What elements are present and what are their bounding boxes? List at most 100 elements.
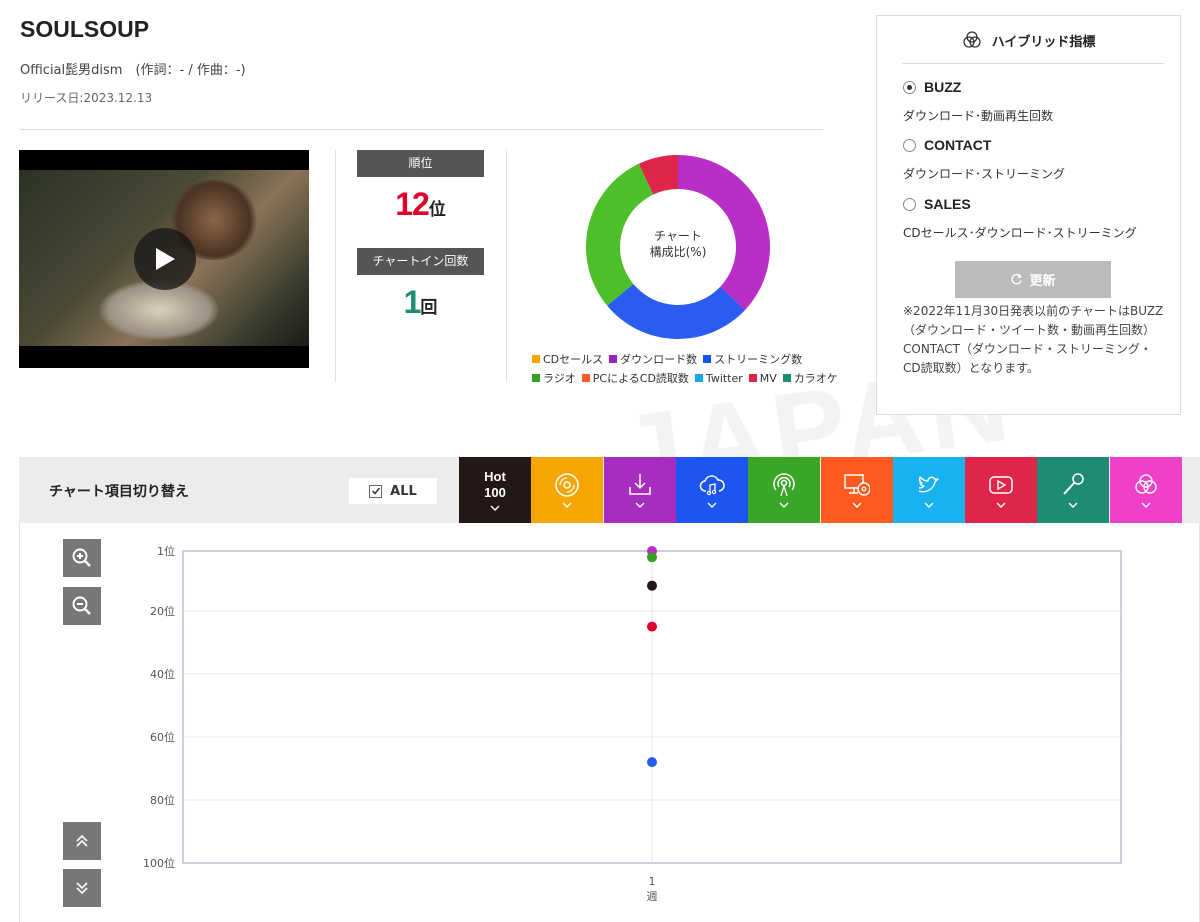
- rank-unit: 位: [428, 200, 446, 219]
- legend-item: ストリーミング数: [703, 351, 802, 367]
- tab-karaoke[interactable]: [1037, 457, 1110, 523]
- twitter-icon: [918, 476, 939, 493]
- option-contact[interactable]: CONTACT: [903, 137, 991, 153]
- chevron-down-icon: [779, 502, 789, 508]
- chartin-number: 1: [403, 284, 422, 320]
- cloud-music-icon: [699, 475, 725, 496]
- donut-center-line2: 構成比(%): [649, 245, 707, 259]
- chevron-down-icon: [852, 502, 861, 508]
- rank-label: 順位: [357, 150, 484, 177]
- radio-unselected-icon[interactable]: [903, 138, 916, 152]
- legend-swatch: [694, 374, 703, 382]
- chevron-down-icon: [1068, 502, 1078, 508]
- legend-swatch: [581, 374, 590, 382]
- y-tick-label: 1位: [157, 544, 175, 558]
- chartin-unit: 回: [420, 298, 438, 317]
- legend-label: カラオケ: [793, 372, 838, 385]
- pc-cd-icon: [843, 474, 870, 496]
- divider: [20, 129, 823, 130]
- tab-hybrid[interactable]: [1109, 457, 1182, 523]
- legend-label: ストリーミング数: [714, 353, 803, 366]
- chevron-down-icon: [562, 502, 572, 508]
- option-buzz[interactable]: BUZZ: [903, 79, 961, 95]
- microphone-icon: [1063, 473, 1085, 495]
- legend-item: ダウンロード数: [609, 351, 697, 367]
- refresh-label: 更新: [1029, 274, 1056, 289]
- hot-100-label: Hot 100: [484, 469, 506, 500]
- double-chevron-up-icon: [76, 834, 88, 847]
- chart-point-4[interactable]: [647, 757, 657, 768]
- legend-item: ラジオ: [532, 370, 576, 386]
- video-player[interactable]: [19, 150, 309, 368]
- tab-cd-sales[interactable]: [531, 457, 604, 523]
- chart-point-1[interactable]: [647, 552, 657, 563]
- divider: [506, 150, 507, 382]
- radio-unselected-icon[interactable]: [903, 197, 916, 211]
- y-tick-label: 20位: [150, 604, 175, 618]
- option-label: BUZZ: [924, 79, 962, 95]
- cd-icon: [555, 473, 580, 497]
- release-date: リリース日:2023.12.13: [20, 91, 153, 105]
- option-sales[interactable]: SALES: [903, 196, 971, 212]
- option-desc: ダウンロード･ストリーミング: [903, 167, 1066, 181]
- chartin-value: 1回: [357, 284, 484, 321]
- refresh-button[interactable]: 更新: [955, 261, 1111, 298]
- artist-credit: Official髭男dism (作詞：- / 作曲：-): [20, 63, 246, 78]
- chart-point-2[interactable]: [647, 580, 657, 591]
- donut-legend-row2: ラジオ PCによるCD読取数 Twitter MV カラオケ: [532, 370, 838, 386]
- tab-radio[interactable]: [748, 457, 821, 523]
- tab-hot100[interactable]: Hot 100: [459, 457, 531, 523]
- donut-legend-row1: CDセールス ダウンロード数 ストリーミング数: [532, 351, 802, 367]
- zoom-out-button[interactable]: [63, 587, 101, 625]
- chevron-down-icon: [924, 502, 934, 508]
- y-tick-label: 60位: [150, 730, 175, 744]
- x-tick-unit: 週: [647, 890, 658, 903]
- legend-label: ダウンロード数: [620, 353, 698, 366]
- chevron-down-icon: [635, 502, 645, 508]
- legend-label: Twitter: [705, 371, 743, 385]
- rank-value: 12位: [357, 186, 484, 223]
- chart-toggle-bar: チャート項目切り替え ALL Hot 100: [19, 457, 1200, 523]
- chevron-down-icon: [490, 505, 500, 511]
- chevron-down-icon: [996, 502, 1006, 508]
- y-tick-label: 80位: [150, 793, 175, 807]
- legend-swatch: [532, 355, 540, 363]
- chart-point-3[interactable]: [647, 621, 657, 632]
- legend-item: CDセールス: [532, 351, 603, 367]
- youtube-icon: [989, 476, 1013, 494]
- donut-center-line1: チャート: [654, 229, 702, 243]
- legend-swatch: [782, 374, 791, 382]
- donut-slice-1: [607, 283, 746, 339]
- hybrid-panel-header: ハイブリッド指標: [877, 30, 1180, 50]
- zoom-in-button[interactable]: [63, 539, 101, 577]
- hybrid-icon: [1134, 474, 1157, 494]
- all-label: ALL: [390, 483, 417, 499]
- option-label: CONTACT: [924, 137, 992, 153]
- tab-streaming[interactable]: [675, 457, 748, 523]
- y-tick-label: 40位: [150, 667, 175, 681]
- rank-chart-area: 1位 20位 40位 60位 80位 100位 1 週: [19, 523, 1200, 922]
- legend-swatch: [609, 355, 618, 363]
- scroll-up-button[interactable]: [63, 822, 101, 860]
- all-toggle-button[interactable]: ALL: [349, 478, 437, 504]
- zoom-in-icon: [72, 548, 91, 567]
- legend-swatch: [748, 374, 757, 382]
- tab-twitter[interactable]: [892, 457, 965, 523]
- tab-mv[interactable]: [965, 457, 1038, 523]
- checkbox-checked-icon[interactable]: [369, 484, 383, 498]
- legend-label: MV: [759, 371, 777, 385]
- broadcast-icon: [773, 473, 795, 497]
- play-icon[interactable]: [134, 228, 196, 290]
- hybrid-icon: [962, 31, 981, 48]
- tab-pc-cd-read[interactable]: [820, 457, 893, 523]
- rank-number: 12: [395, 186, 430, 222]
- option-desc: ダウンロード･動画再生回数: [903, 109, 1054, 123]
- hybrid-panel-title: ハイブリッド指標: [991, 34, 1096, 50]
- radio-selected-icon[interactable]: [903, 80, 916, 94]
- scroll-down-button[interactable]: [63, 869, 101, 907]
- x-tick-label: 1: [649, 875, 656, 888]
- tab-download[interactable]: [603, 457, 676, 523]
- page: JAPAN SOULSOUP Official髭男dism (作詞：- / 作曲…: [0, 0, 1200, 922]
- chevron-down-icon: [707, 502, 717, 508]
- download-icon: [628, 474, 651, 495]
